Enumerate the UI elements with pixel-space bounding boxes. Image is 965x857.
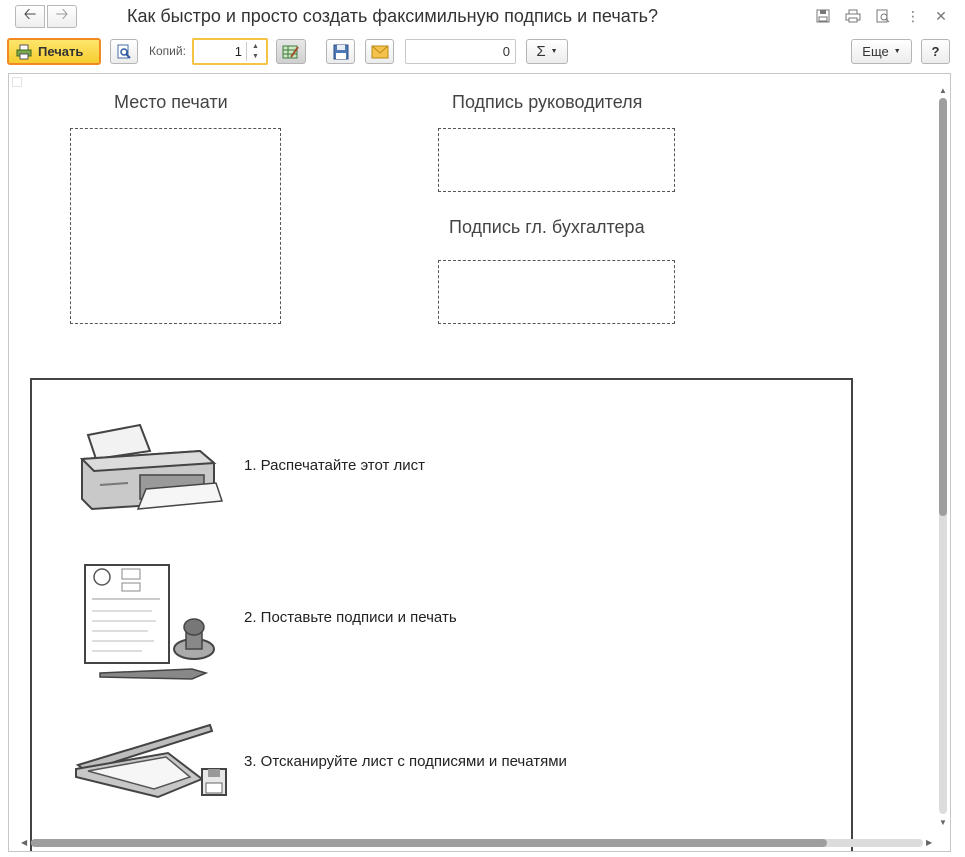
title-bar: 🡠 🡢 Как быстро и просто создать факсимил… [0, 0, 965, 34]
more-button[interactable]: Еще ▼ [851, 39, 912, 64]
printer-icon [16, 44, 32, 59]
vertical-scroll-thumb[interactable] [939, 98, 947, 516]
scroll-up-icon[interactable]: ▲ [939, 86, 947, 95]
scroll-down-icon[interactable]: ▼ [939, 818, 947, 827]
back-button[interactable]: 🡠 [15, 5, 45, 28]
copies-stepper[interactable]: ▲ ▼ [246, 42, 264, 61]
help-button-label: ? [931, 44, 940, 59]
arrow-right-icon: 🡢 [55, 6, 69, 23]
print-button-label: Печать [38, 44, 84, 59]
preview-window-icon[interactable] [875, 8, 891, 24]
scroll-right-icon[interactable]: ▶ [926, 838, 932, 847]
toolbar: Печать Копий: ▲ ▼ [0, 36, 965, 68]
floppy-disk-icon [333, 44, 348, 59]
forward-button[interactable]: 🡢 [47, 5, 77, 28]
copies-input[interactable] [198, 42, 242, 61]
document-area: Место печати Подпись руководителя Подпис… [8, 73, 951, 852]
more-vertical-icon[interactable]: ⋮ [905, 8, 921, 24]
step-2-text: 2. Поставьте подписи и печать [244, 609, 457, 626]
printer-illustration [80, 423, 224, 511]
signed-document-illustration [84, 564, 215, 680]
horizontal-scrollbar[interactable]: ◀ ▶ [21, 836, 936, 850]
chevron-down-icon[interactable]: ▼ [252, 53, 259, 60]
envelope-icon [371, 45, 388, 58]
print-window-icon[interactable] [845, 8, 861, 24]
preview-button[interactable] [110, 39, 138, 64]
copies-field[interactable]: ▲ ▼ [192, 38, 268, 65]
vertical-scrollbar[interactable]: ▲ ▼ [936, 86, 950, 827]
window-title: Как быстро и просто создать факсимильную… [127, 6, 658, 26]
dropdown-arrow-icon: ▼ [893, 48, 901, 55]
sum-icon: Σ [536, 43, 546, 60]
accountant-signature-label: Подпись гл. бухгалтера [449, 217, 645, 237]
step-1-text: 1. Распечатайте этот лист [244, 457, 426, 474]
instructions-box: 1. Распечатайте этот лист 2. Поставьте п… [30, 378, 853, 851]
step-3-text: 3. Отсканируйте лист с подписями и печат… [244, 753, 567, 770]
preview-icon [117, 44, 131, 59]
sum-button[interactable]: Σ ▼ [526, 39, 568, 64]
copies-label: Копий: [149, 44, 186, 58]
more-button-label: Еще [862, 44, 889, 59]
chevron-up-icon[interactable]: ▲ [252, 43, 259, 50]
edit-table-icon [282, 45, 299, 58]
director-signature-box [438, 128, 675, 192]
save-button[interactable] [326, 39, 355, 64]
save-window-icon[interactable] [815, 8, 831, 24]
close-icon[interactable]: ✕ [933, 8, 949, 24]
help-button[interactable]: ? [921, 39, 950, 64]
send-email-button[interactable] [365, 39, 394, 64]
scroll-left-icon[interactable]: ◀ [21, 838, 27, 847]
corner-marker [12, 77, 22, 87]
director-signature-label: Подпись руководителя [452, 92, 643, 112]
scanner-illustration [75, 723, 227, 799]
print-button[interactable]: Печать [7, 38, 101, 65]
edit-mode-button[interactable] [276, 39, 306, 64]
accountant-signature-box [438, 260, 675, 324]
dropdown-arrow-icon: ▼ [550, 48, 558, 55]
stamp-placeholder-box [70, 128, 281, 324]
stamp-place-label: Место печати [114, 92, 228, 112]
sum-field: 0 [405, 39, 516, 64]
arrow-left-icon: 🡠 [23, 6, 37, 23]
horizontal-scroll-thumb[interactable] [31, 839, 827, 847]
